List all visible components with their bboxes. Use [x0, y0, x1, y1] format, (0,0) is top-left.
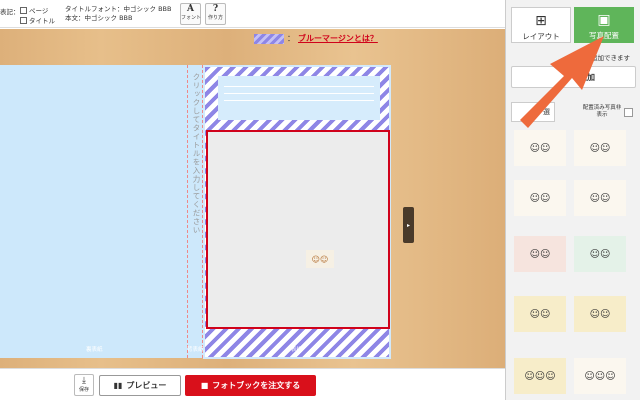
photobook-icon: ■: [200, 381, 209, 390]
title-checkbox[interactable]: タイトル: [20, 15, 55, 25]
hide-placed-checkbox[interactable]: [624, 108, 633, 117]
display-label: 表記：: [0, 8, 20, 16]
photo-thumbnail[interactable]: ☺☺: [574, 180, 626, 216]
back-cover-page[interactable]: [0, 65, 187, 358]
blue-margin-colon: ：: [287, 34, 295, 43]
checkbox-box[interactable]: [20, 16, 27, 24]
title-line: [224, 100, 374, 101]
photo-thumbnail[interactable]: ☺☺: [514, 130, 566, 166]
photo-thumbnail[interactable]: ☺☺☺: [514, 358, 566, 394]
font-icon: A: [187, 4, 194, 14]
spine-title-placeholder[interactable]: クリックしてタイトルを入力してください: [188, 73, 202, 235]
font-button[interactable]: A フォント: [180, 3, 201, 25]
blue-margin-info: ： ブルーマージンとは？: [254, 33, 378, 44]
save-icon: ⤓: [82, 376, 86, 386]
save-button[interactable]: ⤓ 保存: [74, 374, 94, 396]
blue-margin-help-link[interactable]: ブルーマージンとは？: [298, 33, 378, 44]
blue-margin-frame: ☺☺: [205, 67, 390, 357]
title-font-text: タイトルフォント：中ゴシック BBB: [65, 5, 172, 13]
photo-thumbnail[interactable]: ☺☺: [574, 130, 626, 166]
howto-button[interactable]: ? 作り方: [205, 3, 226, 25]
photo-thumbnail[interactable]: ☺☺: [574, 296, 626, 332]
image-icon: ▣: [597, 12, 611, 28]
photo-thumbnail[interactable]: ☺☺: [514, 180, 566, 216]
bottom-bar: ⤓ 保存 ▮▮ プレビュー ■ フォトブックを注文する: [0, 368, 505, 400]
help-icon: ?: [212, 4, 219, 14]
title-line: [224, 93, 374, 94]
photo-thumbnail[interactable]: ☺☺: [514, 236, 566, 272]
save-button-label: 保存: [78, 387, 89, 393]
pointer-arrow-icon: [520, 36, 604, 128]
body-font-text: 本文：中ゴシック BBB: [65, 14, 133, 22]
blue-margin-swatch: [254, 33, 284, 44]
editor-canvas: ： ブルーマージンとは？ クリックしてタイトルを入力してください ☺☺ ▸ 裏表…: [0, 29, 505, 368]
preview-button[interactable]: ▮▮ プレビュー: [99, 375, 181, 396]
book-icon: ▮▮: [113, 381, 123, 390]
front-cover-page: ☺☺: [203, 65, 391, 359]
order-photobook-button[interactable]: ■ フォトブックを注文する: [185, 375, 316, 396]
checkbox-box[interactable]: [20, 6, 27, 14]
title-line: [224, 86, 374, 87]
photo-thumbnail[interactable]: ☺☺: [574, 236, 626, 272]
photo-thumbnail[interactable]: ☺☺: [514, 296, 566, 332]
spine-label: 背表紙: [187, 347, 204, 353]
page-number-checkbox[interactable]: ページ: [20, 5, 48, 15]
page-checkbox-label: ページ: [29, 7, 49, 15]
cover-photo-slot[interactable]: ☺☺: [206, 130, 390, 329]
back-cover-label: 裏表紙: [86, 347, 103, 353]
preview-button-label: プレビュー: [126, 381, 167, 390]
top-toolbar: 表記： ページ タイトル タイトルフォント：中ゴシック BBB 本文：中ゴシック…: [0, 0, 505, 28]
font-info: タイトルフォント：中ゴシック BBB 本文：中ゴシック BBB: [65, 5, 171, 23]
page-nav-handle[interactable]: ▸: [403, 207, 414, 243]
howto-button-label: 作り方: [207, 15, 223, 21]
title-checkbox-label: タイトル: [29, 17, 55, 25]
placed-photo-thumbnail[interactable]: ☺☺: [306, 250, 334, 268]
front-cover-label: 表紙: [291, 347, 303, 353]
order-button-label: フォトブックを注文する: [212, 381, 301, 390]
font-button-label: フォント: [181, 15, 202, 21]
spine-page[interactable]: クリックしてタイトルを入力してください: [187, 65, 203, 358]
cover-title-area[interactable]: [218, 76, 380, 120]
photo-thumbnail[interactable]: ☺☺☺: [574, 358, 626, 394]
